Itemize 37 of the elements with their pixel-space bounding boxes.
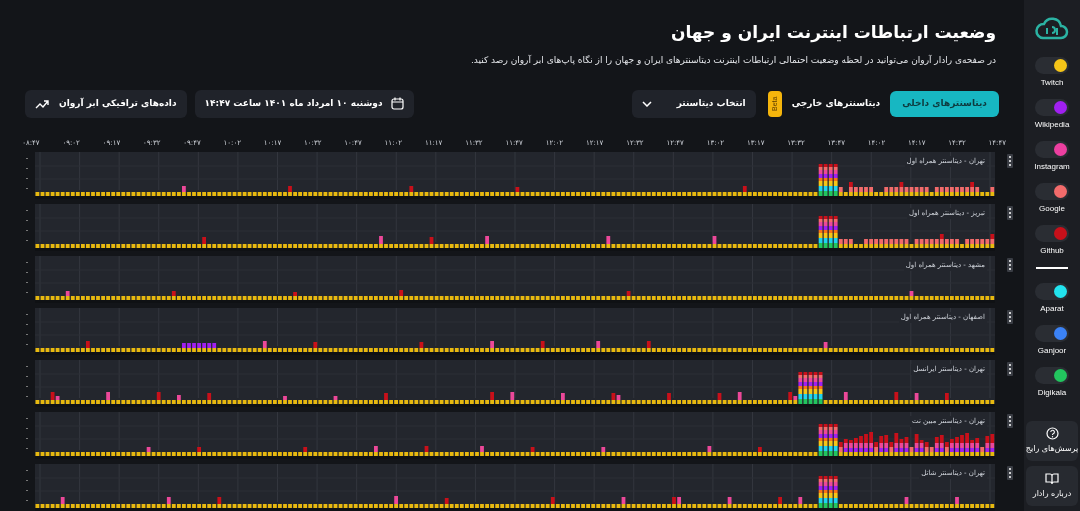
kebab-menu-icon[interactable]: [1006, 310, 1013, 324]
sidebar-button[interactable]: پرسش‌های رایج: [1026, 421, 1078, 461]
service-toggle[interactable]: [1035, 225, 1069, 242]
service-toggle[interactable]: [1035, 57, 1069, 74]
service-toggle[interactable]: [1035, 183, 1069, 200]
tab[interactable]: دیتاسنترهای داخلی: [890, 90, 999, 117]
page-subtitle: در صفحه‌ی رادار آروان می‌توانید در لحظه وضعیت احتمالی ارتباطات اینترنت دیتاسنترهای ایران و جهان را از نگاه پاپ‌های ابر آروان رصد کنید.: [470, 54, 996, 67]
kebab-menu-icon[interactable]: [1006, 414, 1013, 428]
date-picker[interactable]: دوشنبه ۱۰ امرداد ماه ۱۴۰۱ ساعت ۱۴:۴۷: [194, 89, 414, 118]
kebab-menu-icon[interactable]: [1006, 258, 1013, 272]
service-toggle[interactable]: [1035, 325, 1069, 342]
tab[interactable]: دیتاسنترهای خارجی: [785, 90, 887, 117]
service-toggle[interactable]: [1035, 99, 1069, 116]
calendar-icon: [390, 97, 404, 110]
sidebar-button[interactable]: درباره رادار: [1026, 466, 1078, 506]
kebab-menu-icon[interactable]: [1006, 466, 1013, 480]
service-toggle[interactable]: [1035, 367, 1069, 384]
kebab-menu-icon[interactable]: [1006, 154, 1013, 168]
service-label: Aparat: [1040, 303, 1064, 315]
page-title: وضعیت ارتباطات اینترنت ایران و جهان: [670, 21, 996, 44]
service-toggle[interactable]: [1035, 283, 1069, 300]
service-toggle[interactable]: [1035, 141, 1069, 158]
service-label: Twitch: [1040, 77, 1064, 89]
service-label: Ganjoor: [1037, 345, 1067, 357]
service-label: Wikipedia: [1034, 119, 1070, 131]
traffic-data-button[interactable]: داده‌های ترافیکی ابر آروان: [25, 89, 187, 118]
book-icon: [1045, 472, 1059, 485]
kebab-menu-icon[interactable]: [1006, 362, 1013, 376]
service-label: Instagram: [1034, 161, 1070, 173]
service-label: Google: [1039, 203, 1065, 215]
kebab-menu-icon[interactable]: [1006, 206, 1013, 220]
trend-up-icon: [35, 98, 49, 109]
service-label: Github: [1040, 245, 1064, 257]
chevron-down-icon: [641, 100, 652, 107]
help-icon: [1045, 427, 1059, 440]
datacenter-dropdown[interactable]: انتخاب دیتاسنتر: [631, 89, 756, 118]
service-label: Digikala: [1037, 387, 1067, 399]
